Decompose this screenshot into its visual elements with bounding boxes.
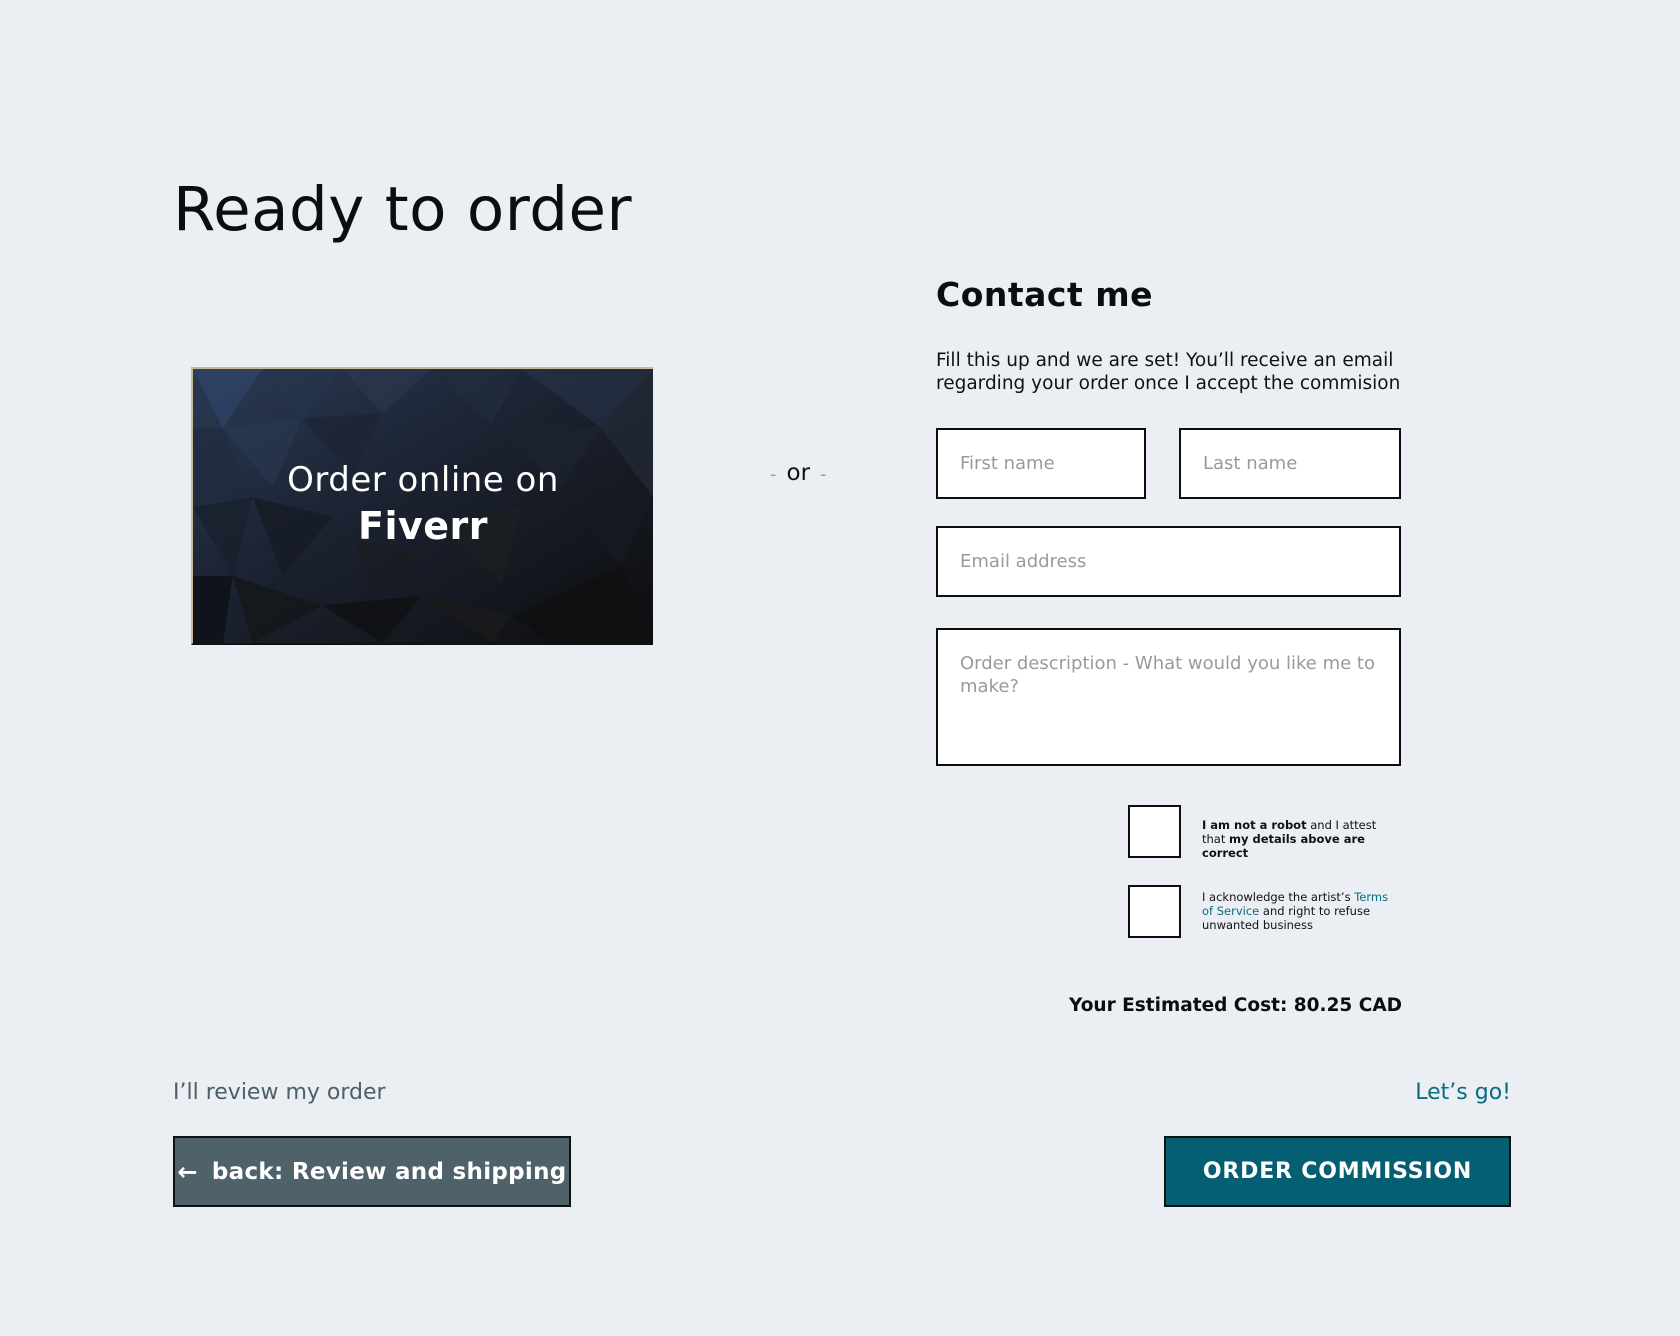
robot-label-bold: I am not a robot xyxy=(1202,818,1307,832)
tos-checkbox[interactable] xyxy=(1128,885,1181,938)
or-text: or xyxy=(786,460,811,486)
or-dash-left: - xyxy=(770,464,777,485)
fiverr-line-2: Fiverr xyxy=(357,504,488,548)
contact-description: Fill this up and we are set! You’ll rece… xyxy=(936,350,1401,394)
arrow-left-icon: ← xyxy=(177,1157,198,1186)
back-button-label: back: Review and shipping xyxy=(211,1158,567,1185)
back-button[interactable]: ← back: Review and shipping xyxy=(173,1136,571,1207)
estimated-cost: Your Estimated Cost: 80.25 CAD xyxy=(1069,995,1402,1016)
tos-check-label: I acknowledge the artist’s Terms of Serv… xyxy=(1202,890,1402,932)
fiverr-line-1: Order online on xyxy=(287,460,559,500)
or-dash-right: - xyxy=(820,464,827,485)
email-field[interactable] xyxy=(936,526,1401,597)
first-name-field[interactable] xyxy=(936,428,1146,499)
robot-checkbox[interactable] xyxy=(1128,805,1181,858)
page-title: Ready to order xyxy=(173,174,633,245)
or-separator: - or - xyxy=(760,460,837,486)
last-name-field[interactable] xyxy=(1179,428,1401,499)
contact-title: Contact me xyxy=(936,275,1154,314)
tos-label-pre: I acknowledge the artist’s xyxy=(1202,890,1355,904)
fiverr-card-text: Order online on Fiverr xyxy=(193,457,653,549)
lets-go-label: Let’s go! xyxy=(1415,1080,1511,1105)
order-commission-label: ORDER COMMISSION xyxy=(1202,1159,1473,1184)
review-order-label: I’ll review my order xyxy=(173,1080,386,1105)
order-page: Ready to order Order online on Fiverr - … xyxy=(0,0,1680,1336)
tos-check-row: I acknowledge the artist’s Terms of Serv… xyxy=(1128,885,1402,938)
robot-check-row: I am not a robot and I attest that my de… xyxy=(1128,805,1402,860)
robot-check-label: I am not a robot and I attest that my de… xyxy=(1202,818,1402,860)
fiverr-order-card[interactable]: Order online on Fiverr xyxy=(191,367,653,645)
order-commission-button[interactable]: ORDER COMMISSION xyxy=(1164,1136,1511,1207)
order-description-field[interactable] xyxy=(936,628,1401,766)
